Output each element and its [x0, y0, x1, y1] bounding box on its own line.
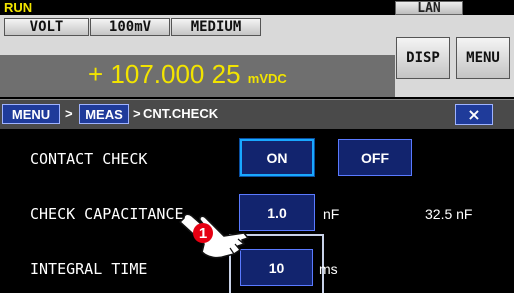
breadcrumb-menu[interactable]: MENU [2, 104, 60, 124]
speed-button[interactable]: MEDIUM [171, 18, 261, 36]
breadcrumb-separator: > [65, 106, 73, 121]
lan-indicator: LAN [395, 1, 463, 16]
range-button[interactable]: 100mV [90, 18, 170, 36]
contact-check-label: CONTACT CHECK [30, 150, 148, 168]
breadcrumb [0, 99, 514, 129]
measurement-number: + 107.000 25 [88, 59, 241, 89]
measurement-unit: mVDC [247, 71, 287, 86]
callout-badge: 1 [193, 223, 213, 243]
pointing-hand-icon [179, 213, 249, 259]
close-icon[interactable]: × [455, 104, 493, 125]
disp-button[interactable]: DISP [396, 37, 450, 79]
contact-check-off-button[interactable]: OFF [338, 139, 412, 176]
measurement-value: + 107.000 25 mVDC [88, 57, 287, 96]
integral-time-label: INTEGRAL TIME [30, 260, 148, 278]
menu-button[interactable]: MENU [456, 37, 510, 79]
run-status-label: RUN [4, 0, 33, 15]
check-capacitance-measured: 32.5 nF [425, 206, 473, 222]
breadcrumb-meas[interactable]: MEAS [79, 104, 129, 124]
contact-check-on-button[interactable]: ON [240, 139, 314, 176]
breadcrumb-separator: > [133, 106, 141, 121]
breadcrumb-current: CNT.CHECK [143, 106, 219, 121]
check-capacitance-label: CHECK CAPACITANCE [30, 205, 184, 223]
function-button[interactable]: VOLT [4, 18, 89, 36]
check-capacitance-unit: nF [323, 206, 340, 222]
integral-time-unit: ms [319, 261, 338, 277]
